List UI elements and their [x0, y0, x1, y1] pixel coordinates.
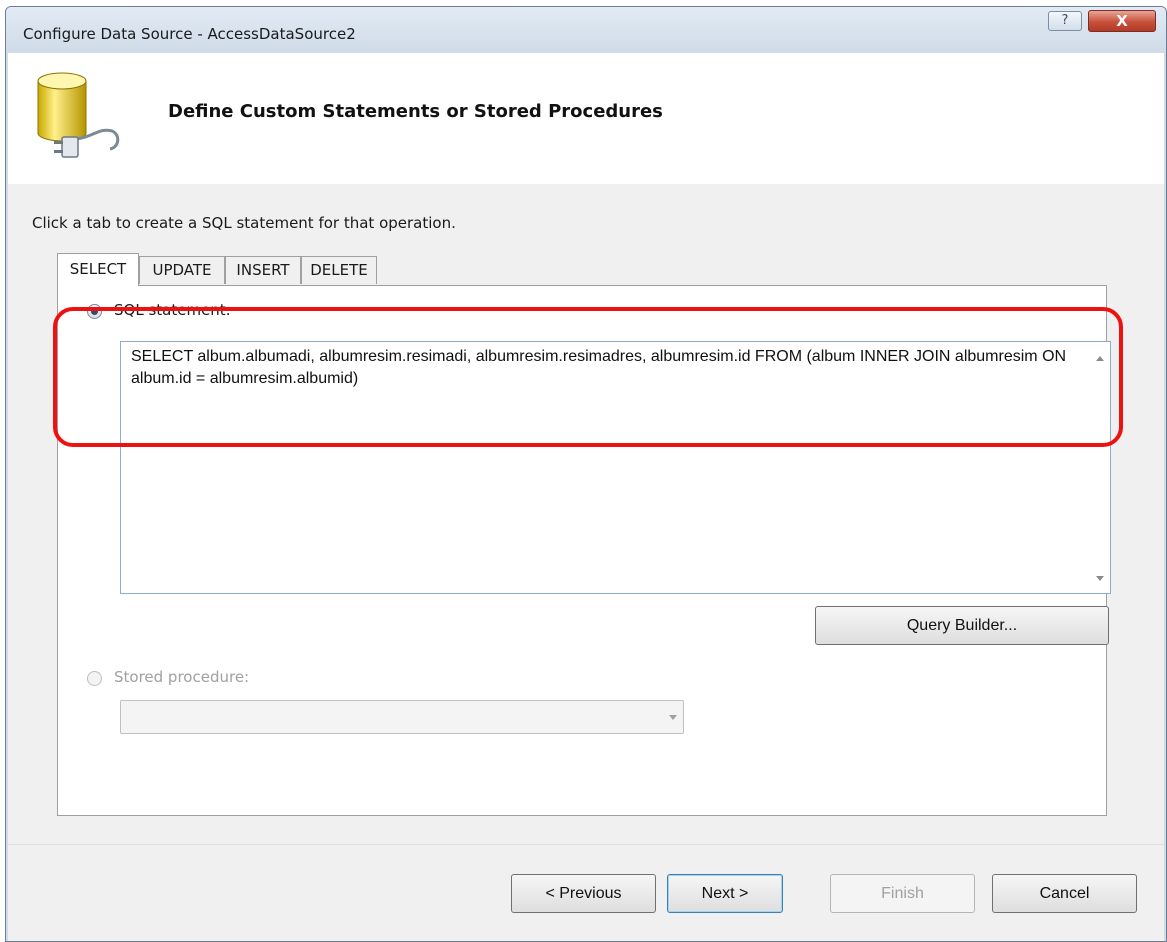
title-bar: Configure Data Source - AccessDataSource…	[6, 7, 1166, 53]
tab-delete[interactable]: DELETE	[301, 256, 377, 284]
select-tab-panel: SQL statement: SELECT album.albumadi, al…	[57, 285, 1111, 816]
database-plug-icon	[37, 72, 120, 158]
query-builder-button[interactable]: Query Builder...	[815, 606, 1109, 645]
sql-statement-label: SQL statement:	[114, 301, 231, 319]
close-button[interactable]: X	[1088, 10, 1156, 32]
tab-insert[interactable]: INSERT	[225, 256, 301, 284]
wizard-content: Click a tab to create a SQL statement fo…	[8, 184, 1164, 844]
sql-statement-radio[interactable]	[87, 304, 102, 319]
chevron-down-icon	[669, 715, 677, 720]
scroll-up-icon[interactable]	[1096, 356, 1104, 361]
next-button[interactable]: Next >	[667, 874, 783, 913]
sql-statement-textarea[interactable]: SELECT album.albumadi, albumresim.resima…	[120, 341, 1111, 594]
scroll-down-icon[interactable]	[1096, 576, 1104, 581]
cancel-button[interactable]: Cancel	[992, 874, 1137, 913]
stored-procedure-radio[interactable]	[87, 671, 102, 686]
sql-statement-text: SELECT album.albumadi, albumresim.resima…	[131, 348, 1067, 387]
help-button[interactable]: ?	[1048, 11, 1082, 31]
stored-procedure-dropdown[interactable]	[120, 700, 684, 734]
vertical-scrollbar[interactable]	[1091, 342, 1110, 593]
window-title: Configure Data Source - AccessDataSource…	[23, 25, 356, 43]
finish-button[interactable]: Finish	[830, 874, 975, 913]
page-title: Define Custom Statements or Stored Proce…	[168, 101, 663, 122]
wizard-header: Define Custom Statements or Stored Proce…	[8, 53, 1164, 184]
wizard-footer: < Previous Next > Finish Cancel	[8, 844, 1164, 941]
tab-select[interactable]: SELECT	[57, 253, 139, 286]
previous-button[interactable]: < Previous	[511, 874, 656, 913]
tab-update[interactable]: UPDATE	[139, 256, 225, 284]
instruction-text: Click a tab to create a SQL statement fo…	[32, 214, 456, 232]
configure-data-source-dialog: Configure Data Source - AccessDataSource…	[5, 6, 1167, 942]
stored-procedure-label: Stored procedure:	[114, 668, 250, 686]
